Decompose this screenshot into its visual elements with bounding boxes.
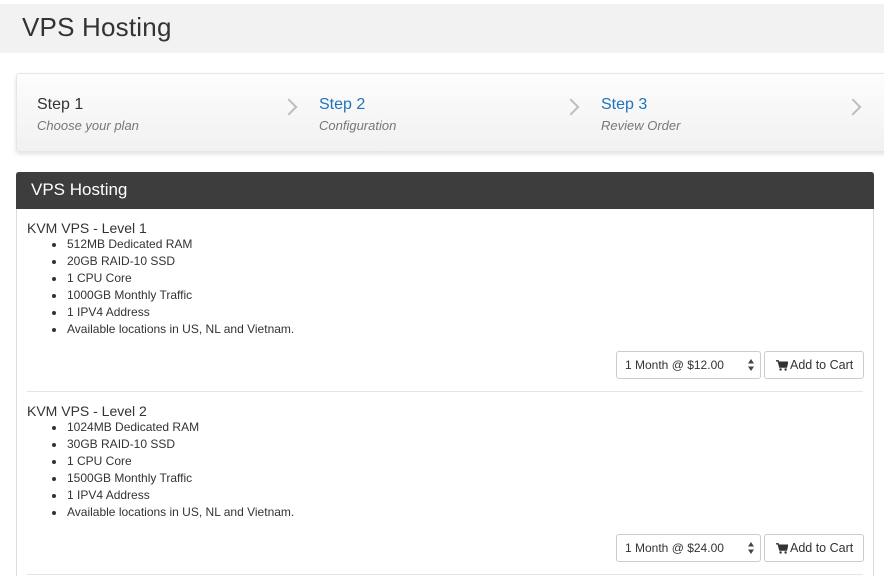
feature-item: 1 IPV4 Address — [27, 487, 294, 504]
step-2-subtitle: Configuration — [319, 118, 397, 133]
feature-item: 1000GB Monthly Traffic — [27, 287, 294, 304]
product-divider — [27, 574, 863, 575]
feature-item: Available locations in US, NL and Vietna… — [27, 321, 294, 338]
billing-cycle-select[interactable]: 1 Month @ $12.00 — [616, 351, 761, 379]
billing-cycle-select[interactable]: 1 Month @ $24.00 — [616, 534, 761, 562]
updown-arrows-icon — [748, 359, 754, 371]
feature-list: 1024MB Dedicated RAM 30GB RAID-10 SSD 1 … — [27, 419, 294, 521]
feature-item: 1024MB Dedicated RAM — [27, 419, 294, 436]
feature-item: Available locations in US, NL and Vietna… — [27, 504, 294, 521]
product-name: KVM VPS - Level 2 — [27, 403, 147, 419]
add-to-cart-button[interactable]: Add to Cart — [764, 351, 864, 379]
billing-cycle-value: 1 Month @ $12.00 — [625, 358, 724, 372]
chevron-right-icon — [562, 98, 580, 116]
page-header: VPS Hosting — [0, 4, 884, 53]
add-to-cart-label: Add to Cart — [790, 541, 854, 555]
chevron-right-icon — [280, 98, 298, 116]
feature-item: 20GB RAID-10 SSD — [27, 253, 294, 270]
step-2[interactable]: Step 2 Configuration — [299, 74, 581, 151]
panel-heading: VPS Hosting — [16, 172, 874, 209]
billing-cycle-value: 1 Month @ $24.00 — [625, 541, 724, 555]
page-title: VPS Hosting — [22, 12, 172, 42]
add-to-cart-button[interactable]: Add to Cart — [764, 534, 864, 562]
feature-item: 1 CPU Core — [27, 270, 294, 287]
order-steps: Step 1 Choose your plan Step 2 Configura… — [16, 73, 884, 152]
step-1-subtitle: Choose your plan — [37, 118, 139, 133]
add-to-cart-label: Add to Cart — [790, 358, 854, 372]
feature-item: 30GB RAID-10 SSD — [27, 436, 294, 453]
step-1[interactable]: Step 1 Choose your plan — [17, 74, 299, 151]
feature-item: 1 IPV4 Address — [27, 304, 294, 321]
panel-title: VPS Hosting — [31, 180, 128, 199]
feature-item: 1 CPU Core — [27, 453, 294, 470]
step-3[interactable]: Step 3 Review Order — [581, 74, 863, 151]
feature-list: 512MB Dedicated RAM 20GB RAID-10 SSD 1 C… — [27, 236, 294, 338]
page: VPS Hosting Step 1 Choose your plan Step… — [0, 0, 884, 576]
shopping-cart-icon — [776, 543, 788, 554]
step-3-name: Step 3 — [601, 96, 648, 113]
product-divider — [27, 391, 863, 392]
step-2-name: Step 2 — [319, 96, 366, 113]
feature-item: 1500GB Monthly Traffic — [27, 470, 294, 487]
feature-item: 512MB Dedicated RAM — [27, 236, 294, 253]
chevron-right-icon — [844, 98, 862, 116]
product-name: KVM VPS - Level 1 — [27, 220, 147, 236]
updown-arrows-icon — [748, 542, 754, 554]
step-1-name: Step 1 — [37, 96, 84, 113]
product-group-panel: VPS Hosting KVM VPS - Level 1 512MB Dedi… — [16, 172, 874, 576]
step-3-subtitle: Review Order — [601, 118, 681, 133]
shopping-cart-icon — [776, 360, 788, 371]
